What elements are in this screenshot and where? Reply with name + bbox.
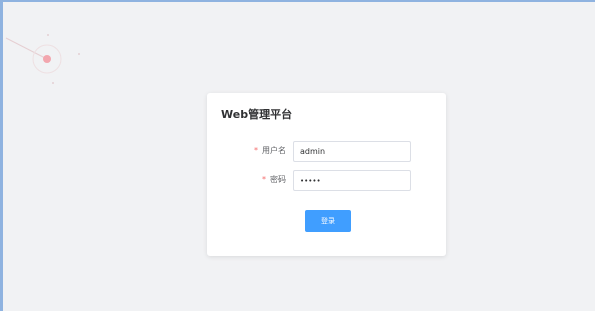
decorative-circle-icon: [5, 34, 80, 84]
username-label: * 用户名: [254, 145, 286, 156]
required-mark: *: [262, 175, 266, 184]
password-label-text: 密码: [270, 175, 286, 184]
password-row: * 密码: [207, 170, 446, 191]
password-label: * 密码: [262, 174, 286, 185]
page-title: Web管理平台: [221, 108, 293, 121]
username-input[interactable]: [293, 141, 411, 162]
login-button[interactable]: 登录: [305, 210, 351, 232]
login-card: Web管理平台 * 用户名 * 密码 登录: [207, 93, 446, 256]
required-mark: *: [254, 146, 258, 155]
page-background: Web管理平台 * 用户名 * 密码 登录: [0, 0, 595, 311]
password-input[interactable]: [293, 170, 411, 191]
username-label-text: 用户名: [262, 146, 286, 155]
username-row: * 用户名: [207, 141, 446, 162]
